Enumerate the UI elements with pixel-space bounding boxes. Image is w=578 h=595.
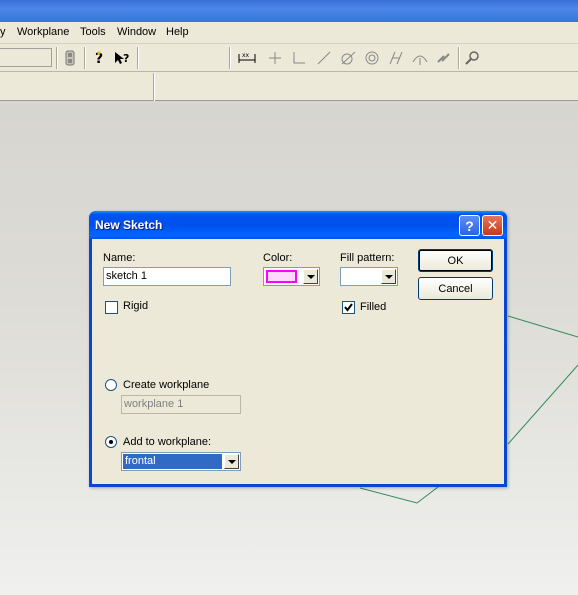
fill-pattern-label: Fill pattern: bbox=[340, 252, 395, 264]
parallel-icon[interactable] bbox=[386, 48, 406, 68]
toolbar-separator bbox=[56, 47, 58, 69]
color-select[interactable] bbox=[263, 267, 320, 286]
new-sketch-dialog: New Sketch ? ✕ Name: sketch 1 Color: Fil… bbox=[89, 211, 507, 487]
status-divider bbox=[153, 73, 155, 101]
name-label: Name: bbox=[103, 252, 136, 264]
dialog-title-bar[interactable]: New Sketch ? ✕ bbox=[89, 211, 507, 239]
angle-icon[interactable] bbox=[289, 48, 309, 68]
toolbar-separator bbox=[84, 47, 86, 69]
chevron-down-icon[interactable] bbox=[381, 269, 396, 284]
close-button[interactable]: ✕ bbox=[482, 215, 503, 236]
circle-icon[interactable] bbox=[362, 48, 382, 68]
secondary-bar bbox=[0, 73, 578, 101]
svg-text:?: ? bbox=[123, 52, 129, 65]
filled-label: Filled bbox=[360, 301, 387, 313]
curve-icon[interactable] bbox=[410, 48, 430, 68]
menu-item-help[interactable]: Help bbox=[166, 26, 189, 38]
tool-slot-icon[interactable] bbox=[60, 48, 80, 68]
create-workplane-label: Create workplane bbox=[123, 379, 210, 391]
whats-this-icon[interactable]: ? bbox=[113, 48, 133, 68]
add-to-workplane-radio[interactable] bbox=[105, 436, 117, 448]
sketch-edge bbox=[359, 486, 439, 504]
perpendicular-icon[interactable] bbox=[265, 48, 285, 68]
chain-icon[interactable] bbox=[434, 48, 454, 68]
close-icon: ✕ bbox=[486, 217, 499, 233]
question-icon: ? bbox=[465, 217, 474, 234]
line-icon[interactable] bbox=[314, 48, 334, 68]
toolbar-separator bbox=[229, 47, 231, 69]
radio-selected-dot bbox=[109, 440, 113, 444]
cancel-button[interactable]: Cancel bbox=[418, 277, 493, 300]
search-icon[interactable] bbox=[463, 48, 483, 68]
help-icon[interactable]: ? bbox=[89, 48, 109, 68]
ok-button[interactable]: OK bbox=[418, 249, 493, 272]
chevron-down-icon[interactable] bbox=[224, 454, 239, 469]
menu-item-tools[interactable]: Tools bbox=[80, 26, 106, 38]
dialog-body: Name: sketch 1 Color: Fill pattern: OK C… bbox=[92, 239, 504, 484]
sketch-edge bbox=[507, 315, 578, 338]
sketch-edge bbox=[507, 364, 578, 445]
dimension-icon[interactable]: xx bbox=[237, 48, 257, 68]
workplane-select[interactable]: frontal bbox=[121, 452, 241, 471]
toolbar-separator bbox=[137, 47, 139, 69]
rigid-checkbox[interactable] bbox=[105, 301, 118, 314]
tangent-icon[interactable] bbox=[338, 48, 358, 68]
workplane-select-value: frontal bbox=[123, 454, 222, 469]
toolbar: ? ? xx bbox=[0, 44, 578, 72]
name-field[interactable]: sketch 1 bbox=[103, 267, 231, 286]
chevron-down-icon[interactable] bbox=[303, 269, 318, 284]
menu-item-workplane[interactable]: Workplane bbox=[17, 26, 69, 38]
app-title-bar bbox=[0, 0, 578, 22]
workplane-name-field[interactable]: workplane 1 bbox=[121, 395, 241, 414]
color-label: Color: bbox=[263, 252, 293, 264]
menu-item-view-partial[interactable]: y bbox=[0, 26, 6, 38]
create-workplane-radio[interactable] bbox=[105, 379, 117, 391]
help-button[interactable]: ? bbox=[459, 215, 480, 236]
toolbar-combo-field[interactable] bbox=[0, 48, 52, 67]
dialog-title: New Sketch bbox=[95, 218, 163, 232]
color-swatch bbox=[266, 270, 297, 283]
fill-pattern-select[interactable] bbox=[340, 267, 398, 286]
menu-bar: y Workplane Tools Window Help bbox=[0, 22, 578, 44]
checkmark-icon bbox=[344, 303, 353, 312]
add-to-workplane-label: Add to workplane: bbox=[123, 436, 212, 448]
rigid-label: Rigid bbox=[123, 300, 149, 312]
filled-checkbox[interactable] bbox=[342, 301, 355, 314]
svg-text:xx: xx bbox=[242, 52, 250, 59]
menu-item-window[interactable]: Window bbox=[117, 26, 156, 38]
toolbar-separator bbox=[458, 47, 460, 69]
